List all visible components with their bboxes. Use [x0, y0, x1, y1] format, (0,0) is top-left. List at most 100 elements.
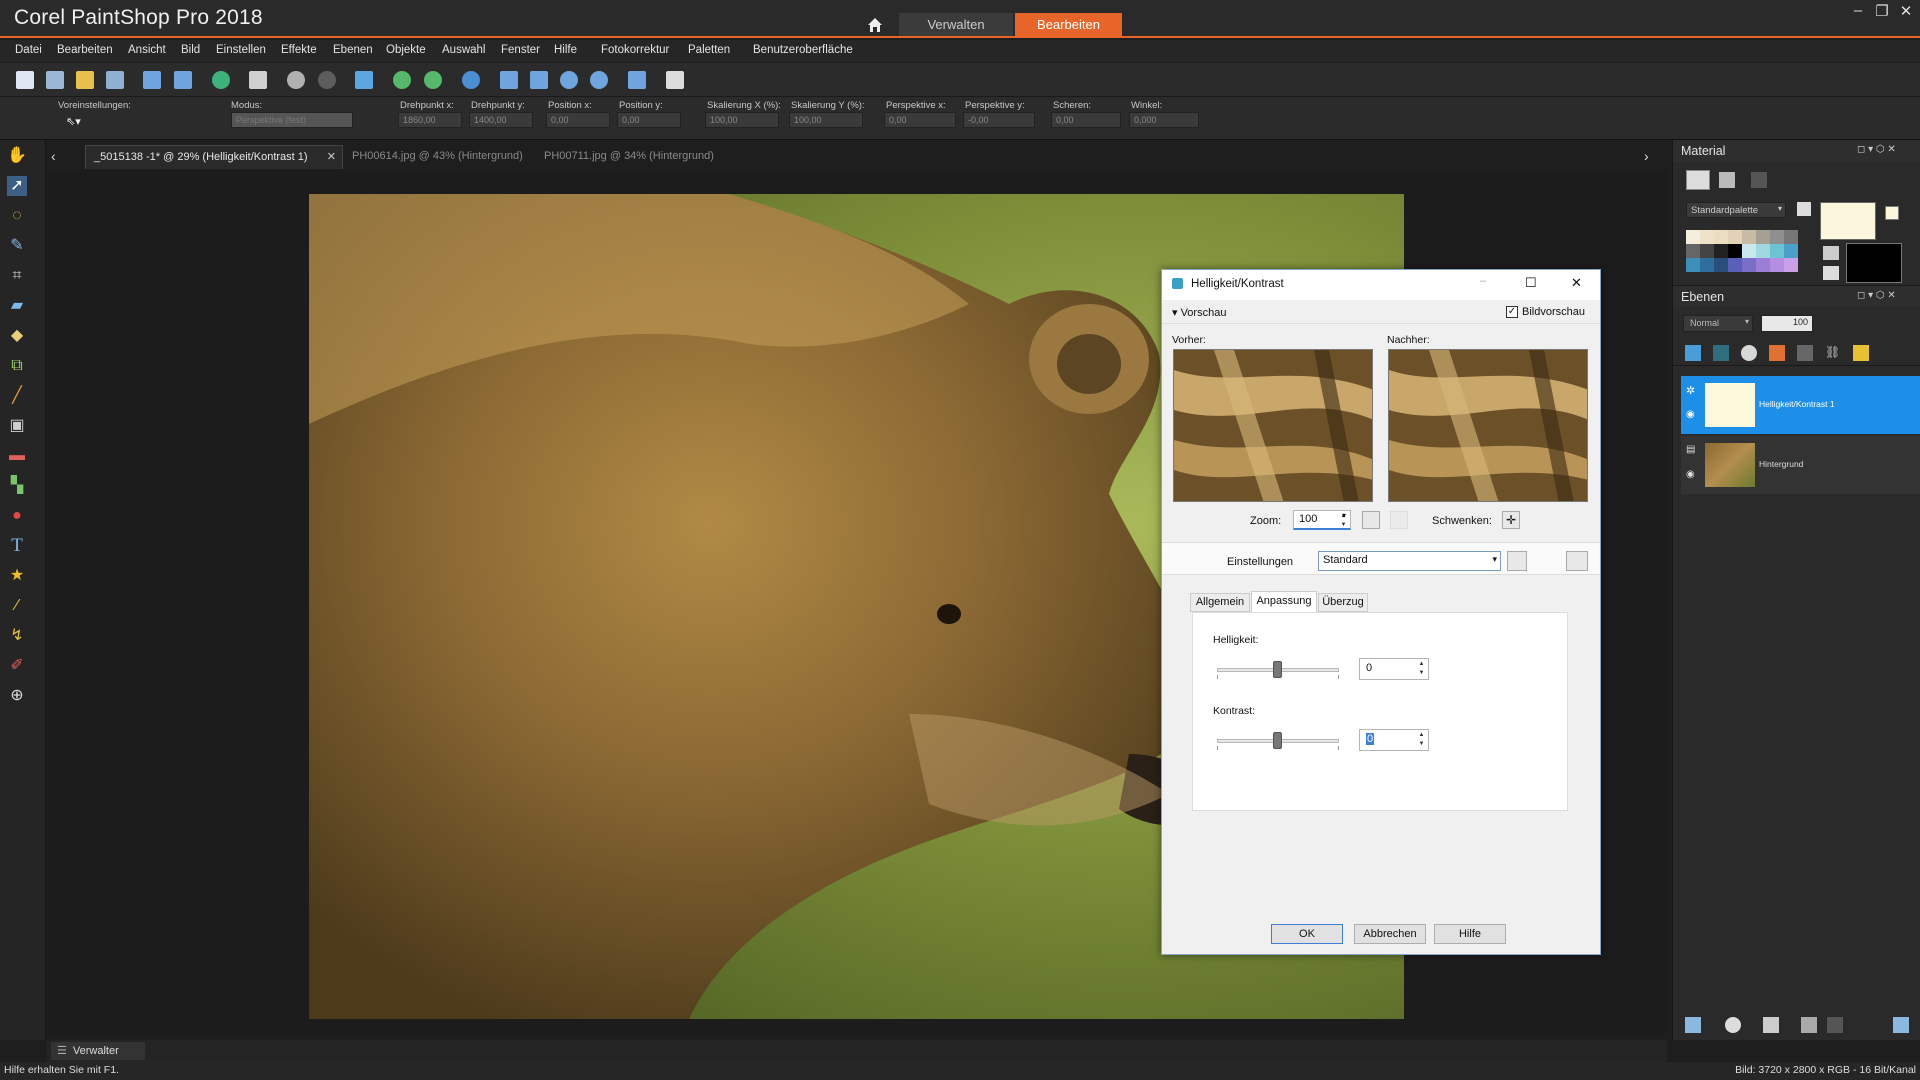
brush-tool-icon[interactable]: ╱	[7, 386, 27, 406]
cancel-button[interactable]: Abbrechen	[1354, 924, 1426, 944]
zoom-fit-icon[interactable]	[1362, 511, 1380, 529]
menu-adjust[interactable]: Einstellen	[216, 44, 266, 56]
open-folder-icon[interactable]	[76, 71, 94, 89]
save-icon[interactable]	[143, 71, 161, 89]
print-icon[interactable]	[249, 71, 267, 89]
layout-icon[interactable]	[666, 71, 684, 89]
fit-window-icon[interactable]	[500, 71, 518, 89]
share-icon[interactable]	[212, 71, 230, 89]
menu-file[interactable]: Datei	[15, 44, 42, 56]
tab-edit[interactable]: Bearbeiten	[1015, 13, 1122, 36]
swatch-grid-icon[interactable]	[1686, 170, 1710, 190]
new-grid-icon[interactable]	[46, 71, 64, 89]
contrast-spin-arrows-icon[interactable]: ▲ ▼	[1416, 731, 1427, 749]
lasso-tool-icon[interactable]: ◌	[7, 206, 27, 226]
fullscreen-icon[interactable]	[628, 71, 646, 89]
gradient-tool-icon[interactable]: ▣	[7, 416, 27, 436]
position-y-field[interactable]: 0,00	[617, 112, 681, 128]
color-changer-tool-icon[interactable]: ●	[7, 506, 27, 526]
layers-footer-icon[interactable]	[1801, 1017, 1817, 1033]
background-color-swatch[interactable]	[1846, 243, 1902, 283]
zoom-in-icon[interactable]	[590, 71, 608, 89]
pick-tool-icon[interactable]: ➚	[7, 176, 27, 196]
presets-dropdown[interactable]: ⇖▾	[66, 115, 88, 129]
brightness-slider-thumb[interactable]	[1273, 661, 1282, 678]
straighten-tool-icon[interactable]: ▰	[7, 296, 27, 316]
zoom-dropdown-icon[interactable]: ▾	[1342, 511, 1346, 520]
style-icon[interactable]	[1823, 246, 1839, 260]
layer-visibility-icon[interactable]: ◉	[1686, 409, 1695, 420]
crop-tool-icon[interactable]: ⌗	[7, 266, 27, 286]
doc-tab[interactable]: PH00711.jpg @ 34% (Hintergrund)	[544, 150, 714, 162]
material-panel-controls[interactable]: ◻ ▾ ⬡ ✕	[1857, 144, 1896, 155]
link-icon[interactable]: ⛓	[1825, 345, 1841, 361]
new-file-icon[interactable]	[16, 71, 34, 89]
tabs-scroll-right-icon[interactable]: ›	[1644, 148, 1649, 164]
actual-size-icon[interactable]	[530, 71, 548, 89]
menu-view[interactable]: Ansicht	[128, 44, 166, 56]
dialog-minimize-icon[interactable]: –	[1480, 275, 1486, 287]
maximize-icon[interactable]: ❐	[1870, 2, 1894, 22]
perspective-y-field[interactable]: -0,00	[963, 112, 1035, 128]
info-icon[interactable]	[462, 71, 480, 89]
scale-x-field[interactable]: 100,00	[705, 112, 779, 128]
contrast-slider-thumb[interactable]	[1273, 732, 1282, 749]
pivot-y-field[interactable]: 1400,00	[469, 112, 533, 128]
eraser-tool-icon[interactable]: ▬	[7, 446, 27, 466]
blend-mode-select[interactable]: Normal ▾	[1683, 315, 1753, 332]
texture-icon[interactable]	[1823, 266, 1839, 280]
fill-tool-icon[interactable]: ▚	[7, 476, 27, 496]
lock-icon[interactable]	[1853, 345, 1869, 361]
gradient-tab-icon[interactable]	[1719, 172, 1735, 188]
resize-icon[interactable]	[355, 71, 373, 89]
tab-overlay[interactable]: Überzug	[1318, 593, 1368, 612]
doc-tab-active[interactable]: _5015138 -1* @ 29% (Helligkeit/Kontrast …	[85, 145, 343, 169]
organizer-tab[interactable]: ☰ Verwalter	[51, 1042, 145, 1060]
menu-photo-fix[interactable]: Fotokorrektur	[601, 44, 669, 56]
tabs-scroll-left-icon[interactable]: ‹	[51, 148, 56, 164]
picture-tube-tool-icon[interactable]: ✐	[7, 656, 27, 676]
reset-icon[interactable]	[1566, 551, 1588, 571]
foreground-color-swatch[interactable]	[1820, 202, 1876, 240]
scale-y-field[interactable]: 100,00	[789, 112, 863, 128]
dropper-tool-icon[interactable]: ✎	[7, 236, 27, 256]
new-raster-layer-icon[interactable]	[1685, 345, 1701, 361]
menu-effects[interactable]: Effekte	[281, 44, 317, 56]
tab-manage[interactable]: Verwalten	[899, 13, 1013, 36]
shear-field[interactable]: 0,00	[1051, 112, 1121, 128]
close-tab-icon[interactable]: ✕	[327, 150, 336, 163]
minimize-icon[interactable]: –	[1846, 2, 1870, 22]
layer-effects-icon[interactable]	[1769, 345, 1785, 361]
redeye-tool-icon[interactable]: ◆	[7, 326, 27, 346]
ok-button[interactable]: OK	[1271, 924, 1343, 944]
menu-edit[interactable]: Bearbeiten	[57, 44, 113, 56]
contrast-spinner[interactable]: 0 ▲ ▼	[1359, 729, 1429, 751]
menu-window[interactable]: Fenster	[501, 44, 540, 56]
adjustment-layer-icon[interactable]	[1741, 345, 1757, 361]
layers-footer-icon[interactable]	[1893, 1017, 1909, 1033]
color-wheel-tab-icon[interactable]	[1751, 172, 1767, 188]
warp-tool-icon[interactable]: ↯	[7, 626, 27, 646]
layers-footer-icon[interactable]	[1725, 1017, 1741, 1033]
layer-row-active[interactable]: ✲ ◉ Helligkeit/Kontrast 1	[1681, 376, 1920, 434]
before-preview[interactable]	[1173, 349, 1373, 502]
rotate-left-icon[interactable]	[287, 71, 305, 89]
menu-objects[interactable]: Objekte	[386, 44, 426, 56]
layers-footer-icon[interactable]	[1685, 1017, 1701, 1033]
help-button[interactable]: Hilfe	[1434, 924, 1506, 944]
menu-layers[interactable]: Ebenen	[333, 44, 373, 56]
close-icon[interactable]: ✕	[1894, 2, 1918, 22]
zoom-out-icon[interactable]	[560, 71, 578, 89]
clone-tool-icon[interactable]: ⧉	[7, 356, 27, 376]
dialog-maximize-icon[interactable]: ☐	[1525, 275, 1537, 291]
layers-panel-controls[interactable]: ◻ ▾ ⬡ ✕	[1857, 290, 1896, 301]
mode-select[interactable]: Perspektive (fest)	[231, 112, 353, 128]
opacity-field[interactable]: 100	[1761, 315, 1813, 332]
new-vector-layer-icon[interactable]	[1713, 345, 1729, 361]
menu-palettes[interactable]: Paletten	[688, 44, 730, 56]
pan-tool-icon[interactable]: ✋	[7, 146, 27, 166]
preview-toggle[interactable]: ▾ Vorschau	[1172, 306, 1226, 319]
delete-layer-icon[interactable]	[1827, 1017, 1843, 1033]
tab-adjustment[interactable]: Anpassung	[1251, 591, 1317, 613]
doc-tab[interactable]: PH00614.jpg @ 43% (Hintergrund)	[352, 150, 523, 162]
